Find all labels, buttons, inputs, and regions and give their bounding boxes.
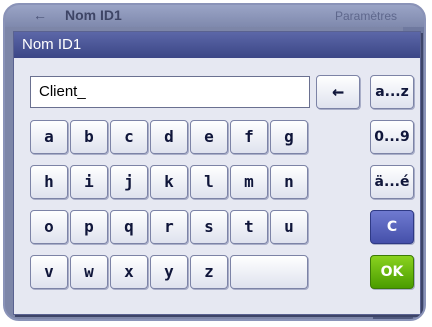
key-o[interactable]: o [30,210,68,244]
accents-mode-button[interactable]: ä...é [370,165,414,199]
key-m[interactable]: m [230,165,268,199]
key-z[interactable]: z [190,255,228,289]
key-k[interactable]: k [150,165,188,199]
backspace-arrow-icon: ← [331,79,345,103]
digits-mode-button[interactable]: 0...9 [370,120,414,154]
key-d[interactable]: d [150,120,188,154]
text-entry-dialog: Nom ID1 Client_ ← a...z 0...9 ä...é C OK… [13,31,421,315]
background-title: Nom ID1 [65,7,122,23]
key-j[interactable]: j [110,165,148,199]
key-i[interactable]: i [70,165,108,199]
text-input-field[interactable]: Client_ [30,76,310,108]
device-frame: ← Nom ID1 Paramètres Nom ID1 Client_ ← a… [3,3,426,321]
background-header: ← Nom ID1 Paramètres [5,5,424,27]
lowercase-mode-button[interactable]: a...z [370,75,414,109]
back-icon: ← [33,7,47,23]
clear-button[interactable]: C [370,210,414,244]
dialog-title: Nom ID1 [14,32,420,58]
key-h[interactable]: h [30,165,68,199]
space-key[interactable] [230,255,308,289]
key-s[interactable]: s [190,210,228,244]
key-c[interactable]: c [110,120,148,154]
key-y[interactable]: y [150,255,188,289]
key-a[interactable]: a [30,120,68,154]
key-w[interactable]: w [70,255,108,289]
key-b[interactable]: b [70,120,108,154]
key-t[interactable]: t [230,210,268,244]
key-n[interactable]: n [270,165,308,199]
key-q[interactable]: q [110,210,148,244]
key-f[interactable]: f [230,120,268,154]
key-p[interactable]: p [70,210,108,244]
key-g[interactable]: g [270,120,308,154]
backspace-button[interactable]: ← [316,75,360,109]
key-e[interactable]: e [190,120,228,154]
background-section-label: Paramètres [335,9,398,23]
key-l[interactable]: l [190,165,228,199]
key-x[interactable]: x [110,255,148,289]
key-u[interactable]: u [270,210,308,244]
ok-button[interactable]: OK [370,255,414,289]
key-r[interactable]: r [150,210,188,244]
key-v[interactable]: v [30,255,68,289]
